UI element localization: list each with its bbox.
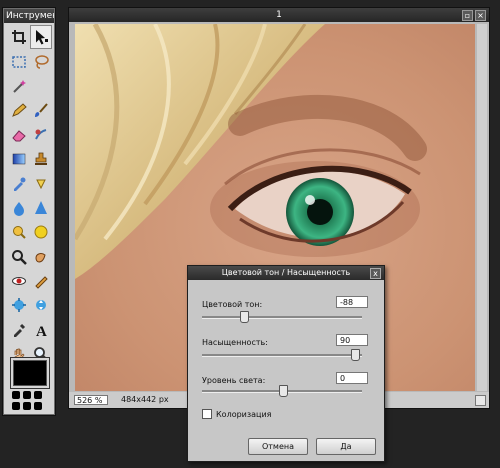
lightness-slider-thumb[interactable] xyxy=(279,385,288,397)
hue-saturation-dialog: Цветовой тон / Насыщенность x Цветовой т… xyxy=(187,265,385,462)
view-mode-grid xyxy=(12,391,48,410)
magic-wand-tool[interactable] xyxy=(8,74,30,98)
saturation-label: Насыщенность: xyxy=(202,338,268,347)
mode-dot[interactable] xyxy=(34,391,42,399)
eyedropper-tool[interactable] xyxy=(8,318,30,342)
bloat-tool[interactable] xyxy=(8,293,30,317)
cancel-button[interactable]: Отмена xyxy=(248,438,308,455)
gradient-tool[interactable] xyxy=(8,147,30,171)
image-size-label: 484x442 px xyxy=(121,395,169,404)
hue-slider-thumb[interactable] xyxy=(239,311,249,323)
pencil-icon xyxy=(12,103,27,118)
vertical-scrollbar[interactable] xyxy=(477,24,487,391)
smudge-icon xyxy=(36,179,46,189)
spot-heal-tool[interactable] xyxy=(30,269,52,293)
foreground-color-swatch[interactable] xyxy=(13,360,47,386)
burn-tool[interactable] xyxy=(30,245,52,269)
zoom-tool-tool[interactable] xyxy=(8,245,30,269)
pinch-icon xyxy=(36,300,46,311)
replace-color-icon xyxy=(35,128,47,140)
hue-field[interactable]: -88 xyxy=(336,296,368,308)
rect-select-tool[interactable] xyxy=(8,49,30,73)
tool-grid: A xyxy=(8,25,52,366)
magic-wand-icon xyxy=(13,79,26,93)
ok-button[interactable]: Да xyxy=(316,438,376,455)
hue-label: Цветовой тон: xyxy=(202,300,263,309)
spot-heal-icon xyxy=(35,276,48,289)
tools-panel-title: Инструмент xyxy=(4,9,54,23)
mode-dot[interactable] xyxy=(23,402,31,410)
maximize-button[interactable]: ▫ xyxy=(462,10,473,21)
pencil-tool[interactable] xyxy=(8,98,30,122)
blur-icon xyxy=(14,201,24,216)
color-picker-tool[interactable] xyxy=(8,171,30,195)
replace-color-tool[interactable] xyxy=(30,123,52,147)
tools-panel: Инструмент A xyxy=(3,8,55,415)
bloat-icon xyxy=(12,298,26,313)
dialog-title: Цветовой тон / Насыщенность xyxy=(221,268,351,277)
smudge-tool[interactable] xyxy=(30,171,52,195)
dodge-icon xyxy=(13,226,26,240)
lightness-slider[interactable] xyxy=(202,385,362,397)
lightness-field[interactable]: 0 xyxy=(336,372,368,384)
red-eye-tool[interactable] xyxy=(8,269,30,293)
eraser-icon xyxy=(12,130,26,142)
pinch-tool[interactable] xyxy=(30,293,52,317)
stamp-icon xyxy=(35,152,47,166)
svg-text:A: A xyxy=(36,324,47,338)
sponge-tool[interactable] xyxy=(30,220,52,244)
colorize-option[interactable]: Колоризация xyxy=(202,409,271,419)
move-arrow-icon xyxy=(36,30,48,45)
red-eye-icon xyxy=(12,277,26,286)
eraser-tool[interactable] xyxy=(8,123,30,147)
colorize-label: Колоризация xyxy=(216,409,272,419)
sharpen-icon xyxy=(35,200,47,214)
lasso-tool[interactable] xyxy=(30,49,52,73)
dodge-tool[interactable] xyxy=(8,220,30,244)
eyedropper-icon xyxy=(14,323,26,337)
hue-slider[interactable] xyxy=(202,311,362,323)
zoom-field[interactable]: 526 % xyxy=(74,395,108,405)
resize-grip-icon[interactable] xyxy=(475,395,486,406)
brush-tool[interactable] xyxy=(30,98,52,122)
saturation-slider-thumb[interactable] xyxy=(351,349,360,361)
stamp-tool[interactable] xyxy=(30,147,52,171)
zoom-tool-icon xyxy=(12,249,27,265)
image-window-title: 1 xyxy=(276,10,282,20)
saturation-field[interactable]: 90 xyxy=(336,334,368,346)
brush-icon xyxy=(35,103,48,118)
mode-dot[interactable] xyxy=(34,402,42,410)
colorize-checkbox[interactable] xyxy=(202,409,212,419)
text-tool-tool[interactable]: A xyxy=(30,318,52,342)
color-picker-icon xyxy=(14,177,26,191)
dialog-close-button[interactable]: x xyxy=(370,268,381,279)
saturation-slider[interactable] xyxy=(202,349,362,361)
crop-tool[interactable] xyxy=(8,25,30,49)
mode-dot[interactable] xyxy=(12,402,20,410)
blur-tool[interactable] xyxy=(8,196,30,220)
text-tool-icon: A xyxy=(36,324,47,338)
tool-slot xyxy=(30,74,52,98)
rect-select-icon xyxy=(12,55,26,68)
burn-icon xyxy=(35,252,46,263)
lasso-icon xyxy=(35,54,49,69)
mode-dot[interactable] xyxy=(23,391,31,399)
image-window-titlebar: 1 ▫ × xyxy=(69,8,489,22)
mode-dot[interactable] xyxy=(12,391,20,399)
close-window-button[interactable]: × xyxy=(475,10,486,21)
dialog-titlebar: Цветовой тон / Насыщенность x xyxy=(188,266,384,280)
crop-icon xyxy=(12,30,26,45)
gradient-icon xyxy=(12,153,26,165)
sponge-icon xyxy=(34,225,48,239)
lightness-label: Уровень света: xyxy=(202,376,266,385)
move-arrow-tool[interactable] xyxy=(30,25,52,50)
sharpen-tool[interactable] xyxy=(30,196,52,220)
